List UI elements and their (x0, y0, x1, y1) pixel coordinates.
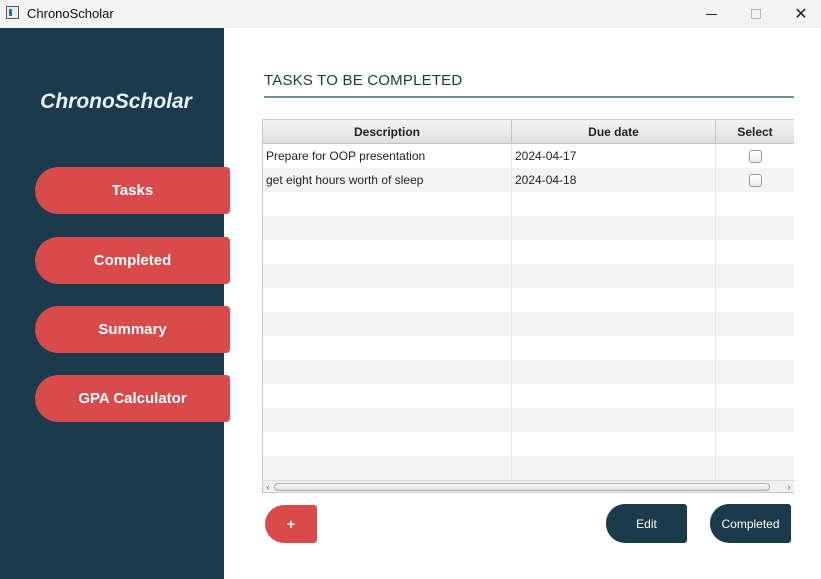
empty-table-row[interactable] (263, 408, 794, 432)
nav-gpa-calculator-button[interactable]: GPA Calculator (35, 375, 230, 422)
mark-completed-button[interactable]: Completed (710, 504, 791, 543)
empty-table-row[interactable] (263, 264, 794, 288)
cell-due-date (512, 336, 716, 360)
cell-description (263, 384, 512, 408)
empty-table-row[interactable] (263, 192, 794, 216)
cell-select (716, 264, 794, 288)
table-header: Description Due date Select (263, 120, 794, 144)
cell-select (716, 408, 794, 432)
cell-description (263, 216, 512, 240)
edit-button[interactable]: Edit (606, 504, 687, 543)
table-row[interactable]: Prepare for OOP presentation 2024-04-17 (263, 144, 794, 168)
cell-due-date (512, 288, 716, 312)
cell-description (263, 360, 512, 384)
cell-select (716, 216, 794, 240)
cell-select (716, 360, 794, 384)
cell-description: get eight hours worth of sleep (263, 168, 512, 192)
sidebar: ChronoScholar Tasks Completed Summary GP… (0, 28, 230, 579)
empty-table-row[interactable] (263, 336, 794, 360)
table-row[interactable]: get eight hours worth of sleep 2024-04-18 (263, 168, 794, 192)
cell-due-date (512, 192, 716, 216)
cell-due-date (512, 240, 716, 264)
cell-description: Prepare for OOP presentation (263, 144, 512, 168)
cell-due-date (512, 312, 716, 336)
app-icon (6, 6, 19, 19)
cell-select (716, 432, 794, 456)
empty-table-row[interactable] (263, 312, 794, 336)
minimize-icon (705, 13, 717, 15)
title-bar: ChronoScholar ✕ (0, 0, 821, 28)
maximize-button[interactable] (733, 0, 779, 28)
cell-description (263, 456, 512, 480)
empty-table-row[interactable] (263, 360, 794, 384)
empty-table-row[interactable] (263, 216, 794, 240)
nav-summary-button[interactable]: Summary (35, 306, 230, 353)
select-checkbox[interactable] (748, 149, 762, 163)
cell-select (716, 192, 794, 216)
maximize-icon (751, 9, 761, 19)
empty-table-row[interactable] (263, 384, 794, 408)
scroll-right-icon[interactable]: › (784, 481, 794, 492)
close-button[interactable]: ✕ (778, 0, 821, 28)
cell-description (263, 336, 512, 360)
cell-description (263, 288, 512, 312)
empty-table-row[interactable] (263, 288, 794, 312)
cell-description (263, 312, 512, 336)
close-icon: ✕ (794, 6, 808, 23)
cell-select (716, 288, 794, 312)
column-header-description[interactable]: Description (263, 120, 512, 143)
select-checkbox[interactable] (748, 173, 762, 187)
cell-description (263, 408, 512, 432)
add-task-button[interactable]: + (265, 505, 317, 543)
empty-table-row[interactable] (263, 456, 794, 480)
minimize-button[interactable] (688, 0, 734, 28)
cell-due-date (512, 384, 716, 408)
heading-divider (264, 96, 794, 98)
empty-table-row[interactable] (263, 432, 794, 456)
cell-select (716, 144, 794, 168)
table-body: Prepare for OOP presentation 2024-04-17 ge… (263, 144, 794, 480)
cell-select (716, 384, 794, 408)
horizontal-scrollbar[interactable]: ‹ › (263, 480, 794, 492)
cell-description (263, 264, 512, 288)
cell-due-date (512, 408, 716, 432)
cell-due-date (512, 216, 716, 240)
cell-due-date: 2024-04-17 (512, 144, 716, 168)
empty-table-row[interactable] (263, 240, 794, 264)
nav-completed-button[interactable]: Completed (35, 237, 230, 284)
nav-tasks-button[interactable]: Tasks (35, 167, 230, 214)
window-title: ChronoScholar (27, 6, 114, 21)
cell-description (263, 192, 512, 216)
scroll-left-icon[interactable]: ‹ (263, 481, 273, 492)
cell-select (716, 456, 794, 480)
column-header-due-date[interactable]: Due date (512, 120, 716, 143)
column-header-select[interactable]: Select (716, 120, 794, 143)
cell-select (716, 336, 794, 360)
tasks-table[interactable]: Description Due date Select Prepare for … (262, 119, 794, 493)
cell-due-date (512, 432, 716, 456)
app-window: ChronoScholar ✕ ChronoScholar Tasks Comp… (0, 0, 821, 579)
cell-select (716, 312, 794, 336)
scrollbar-thumb[interactable] (274, 483, 770, 491)
cell-description (263, 240, 512, 264)
brand-title: ChronoScholar (40, 90, 192, 113)
cell-select (716, 168, 794, 192)
cell-due-date (512, 456, 716, 480)
cell-due-date (512, 360, 716, 384)
cell-due-date: 2024-04-18 (512, 168, 716, 192)
cell-description (263, 432, 512, 456)
page-title: TASKS TO BE COMPLETED (264, 72, 463, 89)
cell-select (716, 240, 794, 264)
cell-due-date (512, 264, 716, 288)
